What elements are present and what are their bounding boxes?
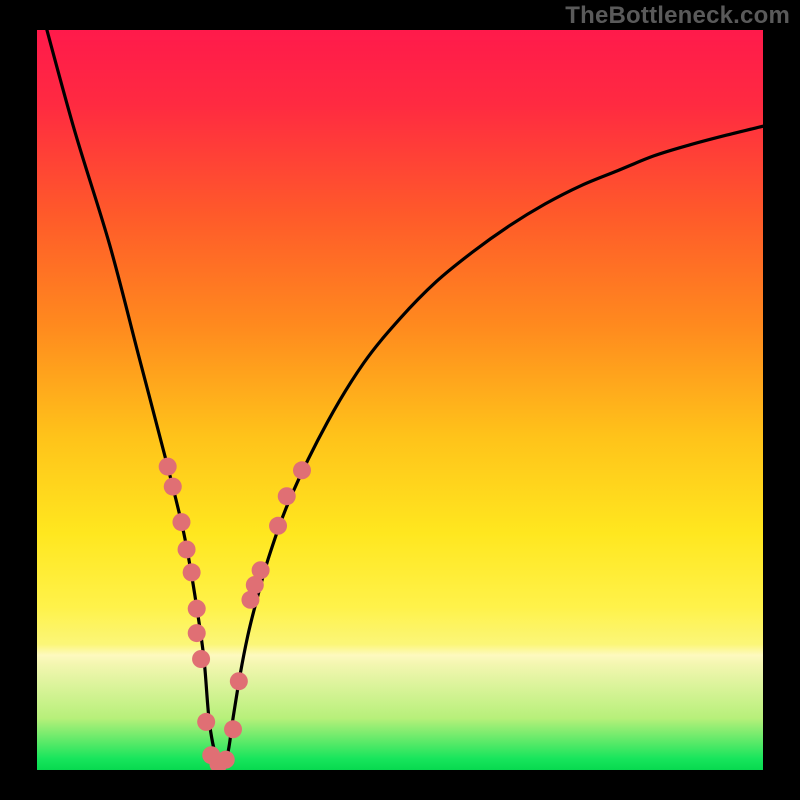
data-marker [252,561,270,579]
data-marker [159,458,177,476]
data-marker [197,713,215,731]
data-marker [172,513,190,531]
data-marker [278,487,296,505]
data-marker [230,672,248,690]
data-marker [188,600,206,618]
data-marker [192,650,210,668]
watermark-text: TheBottleneck.com [565,2,790,30]
data-marker [269,517,287,535]
data-marker [183,563,201,581]
data-marker [293,461,311,479]
chart-frame: TheBottleneck.com [0,0,800,800]
gradient-background [37,30,763,770]
plot-area [37,30,763,770]
data-marker [178,540,196,558]
data-marker [224,720,242,738]
data-marker [164,478,182,496]
data-marker [217,751,235,769]
data-marker [188,624,206,642]
plot-svg [37,30,763,770]
